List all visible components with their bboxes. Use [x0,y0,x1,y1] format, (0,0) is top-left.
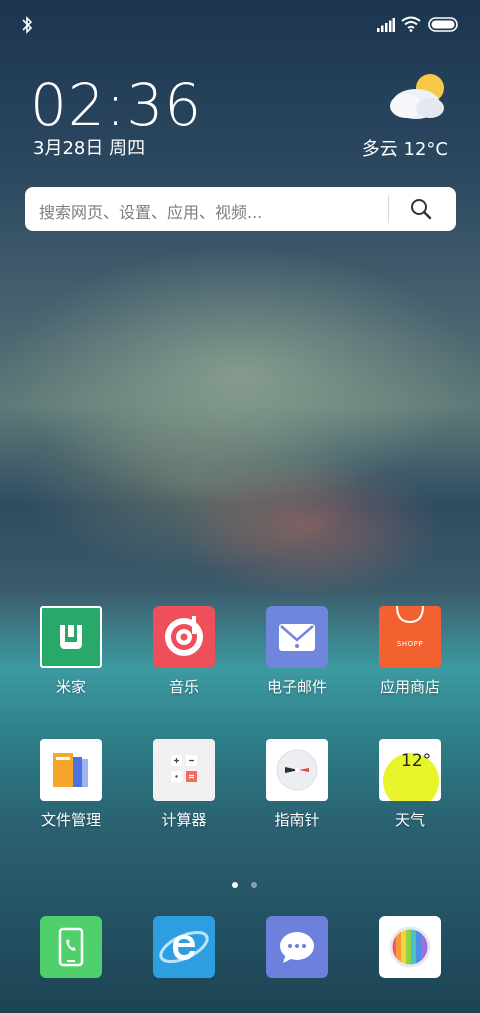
search-bar[interactable]: 搜索网页、设置、应用、视频... [25,187,456,231]
phone-icon[interactable] [40,916,102,978]
dock-browser[interactable] [129,916,239,978]
store-badge: SHOPP [396,640,424,648]
weather-app-icon[interactable]: 12° [379,739,441,801]
app-weather[interactable]: 12° 天气 [355,739,465,830]
wifi-icon [401,16,421,32]
app-store-icon[interactable]: SHOPP [379,606,441,668]
signal-icon [377,18,395,32]
app-file-manager[interactable]: 文件管理 [16,739,126,830]
weather-app-temp: 12° [401,751,432,771]
app-music[interactable]: 音乐 [129,606,239,697]
weather-summary[interactable]: 多云 12°C [362,135,448,161]
app-label: 应用商店 [379,678,440,696]
file-manager-icon[interactable] [40,739,102,801]
app-store[interactable]: SHOPP 应用商店 [355,606,465,697]
app-label: 天气 [394,811,425,829]
app-label: 音乐 [168,678,199,696]
search-placeholder[interactable]: 搜索网页、设置、应用、视频... [39,199,262,223]
partly-cloudy-icon[interactable] [388,70,450,124]
messages-icon[interactable] [266,916,328,978]
page-dot[interactable] [251,882,258,888]
app-label: 计算器 [161,811,207,829]
calculator-icon[interactable] [153,739,215,801]
app-label: 文件管理 [40,811,101,829]
search-icon[interactable] [410,198,432,220]
search-divider [388,195,389,223]
gallery-icon[interactable] [379,916,441,978]
browser-icon[interactable] [153,916,215,978]
page-indicator[interactable] [228,873,261,892]
app-label: 电子邮件 [266,678,327,696]
clock-date: 3月28日 周四 [33,138,146,159]
dock-messages[interactable] [242,916,352,978]
app-mijia[interactable]: 米家 [16,606,126,697]
app-label: 指南针 [274,811,320,829]
clock-time[interactable]: 02:36 [30,70,202,140]
dock-phone[interactable] [16,916,126,978]
app-email[interactable]: 电子邮件 [242,606,352,697]
music-icon[interactable] [153,606,215,668]
dock-gallery[interactable] [355,916,465,978]
mijia-icon[interactable] [40,606,102,668]
compass-icon[interactable] [266,739,328,801]
app-calculator[interactable]: 计算器 [129,739,239,830]
email-icon[interactable] [266,606,328,668]
battery-icon [428,17,458,32]
app-compass[interactable]: 指南针 [242,739,352,830]
status-bar [0,0,480,50]
app-label: 米家 [55,678,86,696]
page-dot-active[interactable] [232,882,238,888]
bluetooth-icon [22,16,33,34]
